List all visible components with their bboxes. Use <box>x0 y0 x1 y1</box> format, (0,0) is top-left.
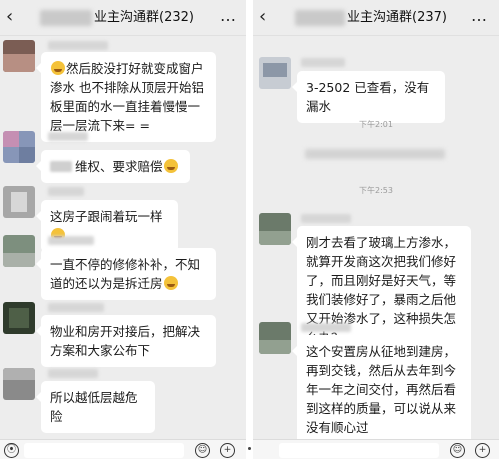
sender-name <box>48 303 104 312</box>
chat-title: 业主沟通群(237) <box>347 10 447 25</box>
avatar[interactable] <box>3 235 35 267</box>
emoji-icon[interactable]: ☺ <box>450 443 465 458</box>
grimace-emoji <box>51 61 65 75</box>
chat-window-right: ‹ 业主沟通群(237) … 3-2502 已查看，没有漏水 下午2:01 下午… <box>253 0 499 459</box>
message-text: 物业和房开对接后，把解决方案和大家公布下 <box>50 324 201 358</box>
chat-title: 业主沟通群(232) <box>94 10 194 25</box>
chevron-left-icon[interactable]: ‹ <box>259 6 275 28</box>
avatar[interactable] <box>259 322 291 354</box>
separator-dot <box>248 447 251 450</box>
avatar[interactable] <box>3 368 35 400</box>
message-bubble[interactable]: 维权、要求赔偿 <box>36 150 190 183</box>
chevron-left-icon[interactable]: ‹ <box>6 6 22 28</box>
voice-icon[interactable]: ⦿ <box>4 443 19 458</box>
message-text: 维权、要求赔偿 <box>75 159 163 174</box>
sender-name <box>48 369 98 378</box>
panel-divider <box>246 0 253 459</box>
message-bubble[interactable]: 所以越低层越危险 <box>36 381 155 433</box>
input-bar: ☺ + <box>253 439 499 459</box>
message-bubble[interactable]: 这个安置房从征地到建房，再到交钱，然后从去年到今年一年之间交付，再然后看到这样的… <box>292 335 471 444</box>
message-bubble[interactable]: 物业和房开对接后，把解决方案和大家公布下 <box>36 315 216 367</box>
avatar[interactable] <box>3 302 35 334</box>
sender-name <box>48 132 88 141</box>
timestamp: 下午2:53 <box>359 186 393 195</box>
message-text: 3-2502 已查看，没有漏水 <box>306 80 430 114</box>
blurred-mention <box>50 161 72 172</box>
message-input[interactable] <box>279 443 439 458</box>
message-bubble[interactable]: 然后胶没打好就变成窗户渗水 也不排除从顶层开始铝板里面的水一直挂着慢慢一层一层流… <box>36 52 216 142</box>
plus-icon[interactable]: + <box>475 443 490 458</box>
tear-emoji <box>163 276 178 290</box>
emoji-icon[interactable]: ☺ <box>195 443 210 458</box>
message-bubble[interactable]: 3-2502 已查看，没有漏水 <box>292 71 445 123</box>
avatar[interactable] <box>259 57 291 89</box>
system-notice <box>305 149 445 159</box>
avatar[interactable] <box>3 131 35 163</box>
sender-name <box>301 58 345 67</box>
sender-name <box>301 323 351 332</box>
plus-icon[interactable]: + <box>220 443 235 458</box>
avatar[interactable] <box>3 40 35 72</box>
timestamp: 下午2:01 <box>359 120 393 129</box>
blurred-group-name <box>295 10 345 26</box>
avatar[interactable] <box>259 213 291 245</box>
message-text: 这个安置房从征地到建房，再到交钱，然后从去年到今年一年之间交付，再然后看到这样的… <box>306 344 457 435</box>
avatar[interactable] <box>3 186 35 218</box>
message-text: 所以越低层越危险 <box>50 390 138 424</box>
sender-name <box>48 187 84 196</box>
message-text: 这房子跟闹着玩一样 <box>50 209 163 224</box>
sender-name <box>48 236 94 245</box>
chat-window-left: ‹ 业主沟通群(232) … 然后胶没打好就变成窗户渗水 也不排除从顶层开始铝板… <box>0 0 246 459</box>
sender-name <box>48 41 108 50</box>
input-bar: ⦿ ☺ + <box>0 439 246 459</box>
blurred-group-name <box>40 10 92 26</box>
laugh-emoji <box>163 159 178 173</box>
sender-name <box>301 214 351 223</box>
chat-header: ‹ 业主沟通群(237) … <box>253 0 499 36</box>
message-text: 然后胶没打好就变成窗户渗水 也不排除从顶层开始铝板里面的水一直挂着慢慢一层一层流… <box>50 61 204 133</box>
more-dots-icon[interactable]: … <box>220 7 237 25</box>
message-text: 一直不停的修修补补，不知道的还以为是拆迁房 <box>50 257 201 291</box>
more-dots-icon[interactable]: … <box>471 7 488 25</box>
message-input[interactable] <box>24 443 184 458</box>
chat-header: ‹ 业主沟通群(232) … <box>0 0 246 36</box>
message-bubble[interactable]: 一直不停的修修补补，不知道的还以为是拆迁房 <box>36 248 216 300</box>
